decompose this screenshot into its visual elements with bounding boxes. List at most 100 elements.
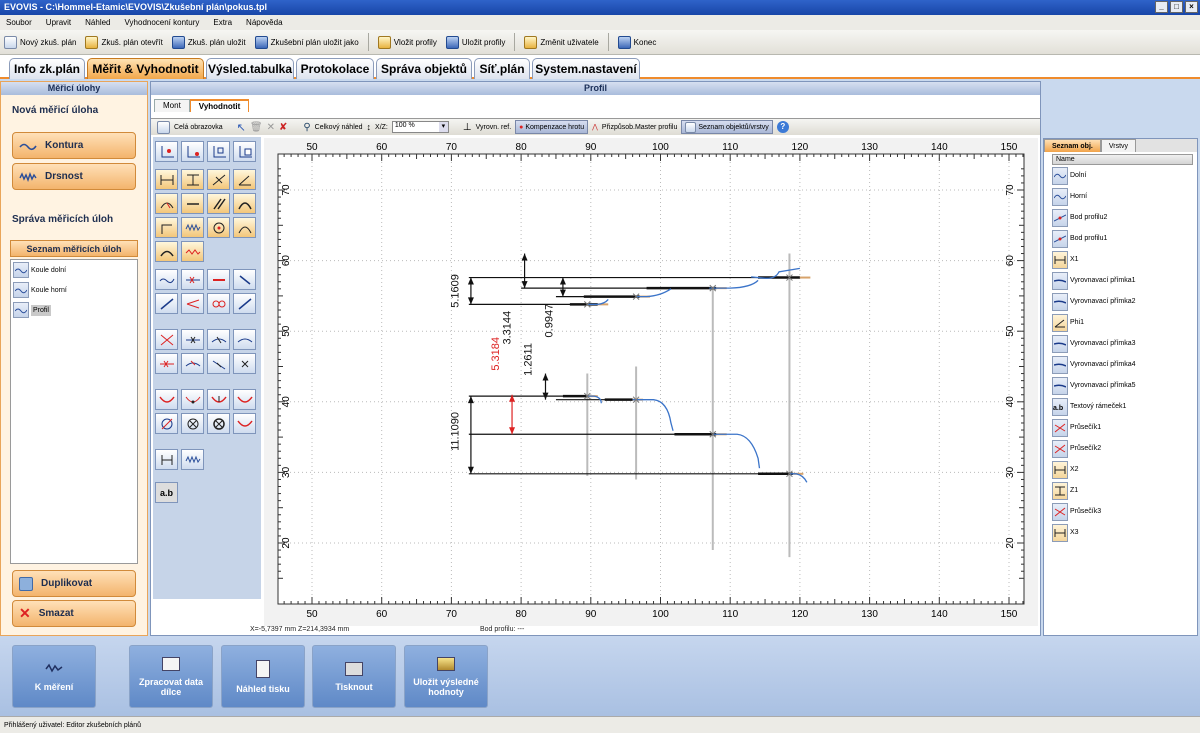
menu-napoveda[interactable]: Nápověda	[246, 18, 282, 27]
menu-extra[interactable]: Extra	[213, 18, 232, 27]
semicircle-icon[interactable]	[233, 217, 256, 238]
list-item[interactable]: Phi1	[1044, 312, 1197, 333]
list-item[interactable]: Z1	[1044, 480, 1197, 501]
minimize-button[interactable]: _	[1155, 1, 1168, 13]
menu-vyhodnoceni-kontury[interactable]: Vyhodnocení kontury	[125, 18, 200, 27]
object-list-button[interactable]: Seznam objektů/vrstvy	[681, 120, 773, 134]
x-dimension-icon[interactable]	[155, 169, 178, 190]
arc-red-icon[interactable]	[155, 389, 178, 410]
circle-x-icon[interactable]	[207, 413, 230, 434]
profile-compare-icon[interactable]	[181, 449, 204, 470]
intersection-icon[interactable]	[181, 329, 204, 350]
intersection-icon[interactable]	[207, 329, 230, 350]
help-icon[interactable]: ?	[776, 121, 789, 133]
close-button[interactable]: ×	[1185, 1, 1198, 13]
list-item[interactable]: a.b Textový rámeček1	[1044, 396, 1197, 417]
exit-button[interactable]: Konec	[617, 35, 656, 49]
save-results-button[interactable]: Uložit výsledné hodnoty	[404, 645, 488, 708]
list-item[interactable]: Bod profilu2	[1044, 207, 1197, 228]
tab-vyhodnotit[interactable]: Vyhodnotit	[189, 99, 250, 112]
intersection-icon[interactable]	[207, 353, 230, 374]
process-data-button[interactable]: Zpracovat data dílce	[129, 645, 213, 708]
list-item[interactable]: Průsečík2	[1044, 438, 1197, 459]
list-item[interactable]: Horní	[1044, 186, 1197, 207]
circle-fit-icon[interactable]	[207, 217, 230, 238]
tab-merit-vyhodnotit[interactable]: Měřit & Vyhodnotit	[87, 58, 204, 79]
parallel-icon[interactable]	[207, 193, 230, 214]
overview-button[interactable]: Celkový náhled	[315, 124, 363, 131]
radius-icon[interactable]	[155, 193, 178, 214]
circle-slash-icon[interactable]	[155, 413, 178, 434]
tab-system-nastaveni[interactable]: System.nastavení	[532, 58, 640, 79]
intersection-icon[interactable]	[155, 329, 178, 350]
align-ref-button[interactable]: Vyrovn. ref.	[476, 124, 512, 131]
print-button[interactable]: Tisknout	[312, 645, 396, 708]
insert-profiles-button[interactable]: Vložit profily	[377, 35, 437, 49]
axis-tool-icon[interactable]	[181, 141, 204, 162]
list-item[interactable]: Vyrovnavací přímka1	[1044, 270, 1197, 291]
tab-vrstvy[interactable]: Vrstvy	[1100, 139, 1137, 152]
arc-red-icon[interactable]	[207, 389, 230, 410]
line-icon[interactable]	[181, 193, 204, 214]
line-tool-icon[interactable]	[233, 293, 256, 314]
tab-info-zk-plan[interactable]: Info zk.plán	[9, 58, 85, 79]
master-profile-button[interactable]: Přizpůsob.Master profilu	[602, 124, 677, 131]
profile-plot[interactable]: 50 50 60 60 70 70 80 80 90 90 100 100 110 110 120 120 13…	[264, 138, 1038, 626]
tab-protokolace[interactable]: Protokolace	[296, 58, 374, 79]
wave-icon[interactable]	[181, 217, 204, 238]
save-plan-as-button[interactable]: Zkušební plán uložit jako	[254, 35, 359, 49]
arc-shape-icon[interactable]	[155, 241, 178, 262]
list-item[interactable]: Průsečík3	[1044, 501, 1197, 522]
tab-vysled-tabulka[interactable]: Výsled.tabulka	[206, 58, 294, 79]
menu-nahled[interactable]: Náhled	[85, 18, 110, 27]
tip-compensation-button[interactable]: ● Kompenzace hrotu	[515, 120, 589, 134]
segment-icon[interactable]	[207, 269, 230, 290]
print-preview-button[interactable]: Náhled tisku	[221, 645, 305, 708]
axis-tool-icon[interactable]	[155, 141, 178, 162]
axis-tool-icon[interactable]	[233, 141, 256, 162]
list-item[interactable]: Koule horní	[11, 280, 137, 300]
delete-button[interactable]: ✕ Smazat	[12, 600, 136, 627]
cross-pointer-icon[interactable]: ✕	[267, 122, 275, 133]
arc-icon[interactable]	[233, 193, 256, 214]
red-wave-icon[interactable]	[181, 241, 204, 262]
duplicate-button[interactable]: Duplikovat	[12, 570, 136, 597]
pointer-icon[interactable]: ↖	[237, 121, 246, 134]
list-item[interactable]: Vyrovnavací přímka2	[1044, 291, 1197, 312]
kontura-button[interactable]: Kontura	[12, 132, 136, 159]
list-item[interactable]: Bod profilu1	[1044, 228, 1197, 249]
maximize-button[interactable]: □	[1170, 1, 1183, 13]
save-profiles-button[interactable]: Uložit profily	[445, 35, 505, 49]
full-screen-button[interactable]: Celá obrazovka	[174, 124, 223, 131]
list-item[interactable]: X3	[1044, 522, 1197, 543]
intersection-icon[interactable]	[233, 329, 256, 350]
fan-lines-icon[interactable]	[181, 293, 204, 314]
cross-icon[interactable]	[233, 353, 256, 374]
circle-x-icon[interactable]	[181, 413, 204, 434]
circles-icon[interactable]	[207, 293, 230, 314]
zoom-select[interactable]: 100 %	[391, 121, 449, 133]
arc-bottom-icon[interactable]	[233, 413, 256, 434]
list-item[interactable]: Koule dolní	[11, 260, 137, 280]
text-frame-icon[interactable]: a.b	[155, 482, 178, 503]
menu-upravit[interactable]: Upravit	[46, 18, 71, 27]
angle-icon[interactable]	[233, 169, 256, 190]
change-user-button[interactable]: Změnit uživatele	[524, 35, 599, 49]
arc-red-icon[interactable]	[233, 389, 256, 410]
new-plan-button[interactable]: Nový zkuš. plán	[4, 35, 76, 49]
distance-icon[interactable]	[207, 169, 230, 190]
list-item[interactable]: Dolní	[1044, 165, 1197, 186]
tab-sit-plan[interactable]: Síť.plán	[474, 58, 530, 79]
slope-line-icon[interactable]	[155, 293, 178, 314]
tab-seznam-obj[interactable]: Seznam obj.	[1044, 139, 1101, 152]
name-column-header[interactable]: Name	[1052, 154, 1193, 165]
list-item[interactable]: Profil	[11, 300, 137, 320]
intersection-icon[interactable]	[181, 353, 204, 374]
axis-tool-icon[interactable]	[207, 141, 230, 162]
tab-sprava-objektu[interactable]: Správa objektů	[376, 58, 472, 79]
delete-all-icon[interactable]: ✘	[279, 122, 287, 133]
open-plan-button[interactable]: Zkuš. plán otevřít	[85, 35, 163, 49]
list-item[interactable]: X1	[1044, 249, 1197, 270]
measure-button[interactable]: K měření	[12, 645, 96, 708]
bracket-icon[interactable]	[155, 449, 178, 470]
